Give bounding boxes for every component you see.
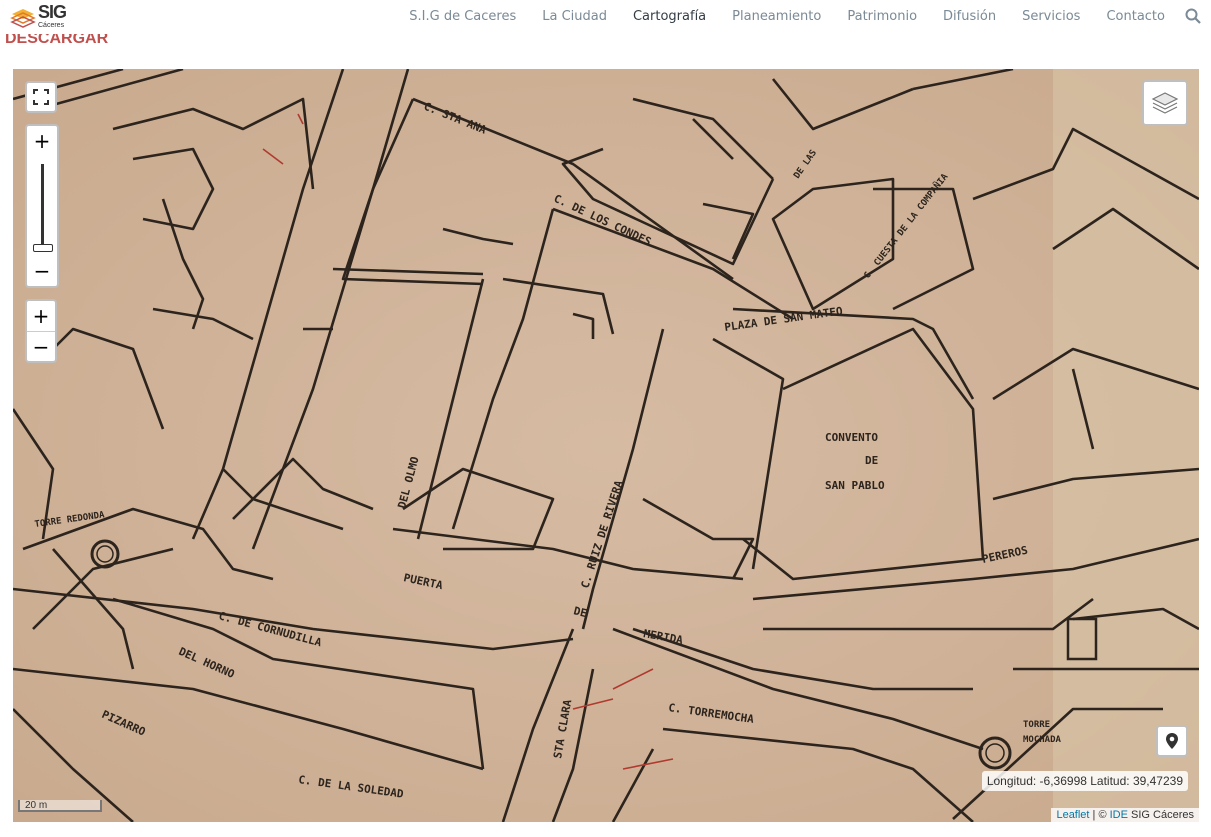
map-attribution: Leaflet | © IDE SIG Cáceres: [1051, 808, 1199, 822]
layers-icon: [1151, 92, 1179, 114]
nav-item-servicios[interactable]: Servicios: [1022, 9, 1080, 24]
attribution-rest: SIG Cáceres: [1127, 809, 1194, 821]
nav-item-cartografia[interactable]: Cartografía: [633, 9, 706, 24]
map-label-convento-2: DE: [865, 454, 878, 467]
zoom-slider-knob[interactable]: [33, 244, 53, 252]
map-label-torre-mochada-2: MOCHADA: [1023, 735, 1062, 745]
nav-item-sig[interactable]: S.I.G de Caceres: [409, 9, 516, 24]
logo-subtitle: Cáceres: [38, 22, 65, 30]
zoom-slider-track[interactable]: [41, 164, 44, 250]
mouse-coordinates: Longitud: -6,36998 Latitud: 39,47239: [981, 771, 1188, 791]
attribution-separator: | ©: [1089, 809, 1110, 821]
zoom-control: + −: [25, 299, 57, 363]
ide-link[interactable]: IDE: [1110, 809, 1128, 821]
map-viewport[interactable]: CONVENTO DE SAN PABLO PLAZA DE SAN MATEO…: [13, 69, 1199, 822]
historic-map-image: CONVENTO DE SAN PABLO PLAZA DE SAN MATEO…: [13, 69, 1199, 822]
nav-item-difusion[interactable]: Difusión: [943, 9, 996, 24]
nav-item-planeamiento[interactable]: Planeamiento: [732, 9, 821, 24]
main-nav: S.I.G de Caceres La Ciudad Cartografía P…: [383, 0, 1201, 32]
search-icon[interactable]: [1185, 8, 1201, 24]
nav-item-contacto[interactable]: Contacto: [1106, 9, 1165, 24]
logo-name: SIG: [38, 2, 67, 23]
top-bar: SIG Cáceres S.I.G de Caceres La Ciudad C…: [0, 0, 1211, 34]
fullscreen-icon: [33, 89, 49, 105]
leaflet-link[interactable]: Leaflet: [1056, 809, 1089, 821]
logo-icon: [10, 9, 36, 28]
layers-button[interactable]: [1142, 80, 1188, 126]
map-label-convento-1: CONVENTO: [825, 431, 878, 444]
fullscreen-button[interactable]: [25, 81, 57, 113]
zoom-slider-in-button[interactable]: +: [27, 126, 57, 156]
locate-button[interactable]: [1156, 725, 1188, 757]
zoom-out-button[interactable]: −: [27, 332, 55, 362]
map-marker-icon: [1166, 733, 1178, 749]
zoom-slider-control: + −: [25, 124, 59, 288]
nav-item-patrimonio[interactable]: Patrimonio: [847, 9, 917, 24]
map-label-convento-3: SAN PABLO: [825, 479, 885, 492]
zoom-slider-out-button[interactable]: −: [27, 256, 57, 286]
nav-item-ciudad[interactable]: La Ciudad: [542, 9, 607, 24]
site-logo[interactable]: SIG Cáceres: [10, 3, 74, 31]
zoom-in-button[interactable]: +: [27, 301, 55, 331]
map-label-torre-mochada-1: TORRE: [1023, 720, 1050, 730]
scale-bar: 20 m: [18, 800, 102, 812]
